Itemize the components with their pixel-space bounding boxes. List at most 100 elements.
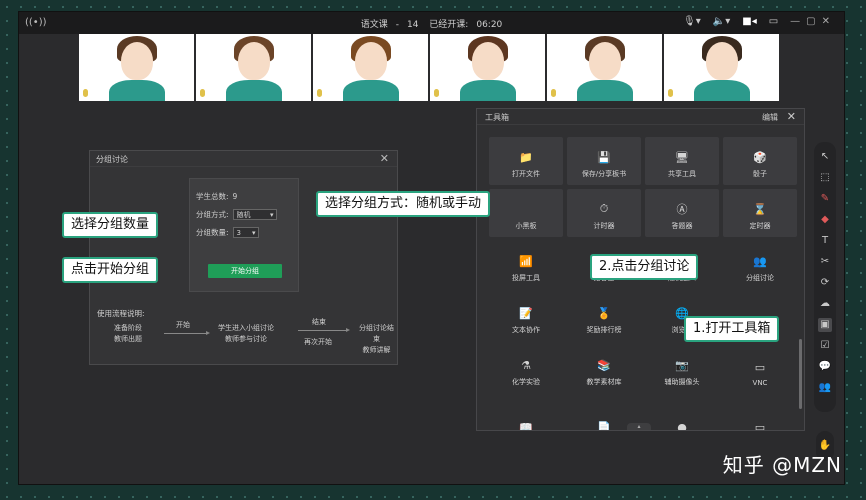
classroom-window: ((•)) 语文课 -14 已经开课: 06:20 🎙▾ 🔈▾ ■◂ ▭ —▢✕ 分… — [18, 11, 845, 485]
flow-step-finish-line2: 教师讲解 — [362, 346, 391, 354]
start-grouping-button[interactable]: 开始分组 — [208, 264, 282, 278]
lesson-number: 14 — [406, 20, 419, 30]
tool-label: 共享工具 — [668, 170, 696, 178]
toolbox-icon[interactable]: ▣ — [818, 318, 832, 332]
tool-item[interactable]: ⌛ 定时器 — [723, 189, 797, 237]
camera-icon[interactable]: ■◂ — [742, 16, 756, 27]
tool-item[interactable]: 📁 打开文件 — [489, 137, 563, 185]
tool-item[interactable]: 💾 保存/分享板书 — [567, 137, 641, 185]
student-video-tile[interactable] — [79, 34, 194, 101]
tool-item[interactable]: Ⓐ 答题器 — [645, 189, 719, 237]
pen-icon[interactable]: ✎ — [818, 192, 832, 206]
flow-arrow-restart-label: 再次开始 — [304, 338, 332, 346]
callout-step1: 1.打开工具箱 — [684, 316, 780, 342]
users-icon[interactable]: 👥 — [818, 381, 832, 395]
method-label: 分组方式: — [196, 209, 229, 219]
tool-item[interactable]: 小黑板 — [489, 189, 563, 237]
tool-item[interactable]: 📶 投屏工具 — [489, 241, 563, 289]
avatar-face — [589, 42, 621, 80]
tool-item[interactable]: ▭ VNC — [723, 345, 797, 393]
flow-step-prepare-line1: 准备阶段 — [114, 324, 142, 332]
tool-label: 辅助摄像头 — [664, 378, 700, 386]
tool-icon — [518, 202, 534, 216]
separator: - — [395, 20, 399, 30]
cloud-icon[interactable]: ☁ — [818, 297, 832, 311]
scissors-icon[interactable]: ✂ — [818, 255, 832, 269]
mic-icon — [317, 89, 322, 97]
tool-item[interactable]: 📚 教学素材库 — [567, 345, 641, 393]
student-video-row — [79, 34, 779, 101]
tool-icon: Ⓐ — [676, 203, 688, 216]
avatar-shirt — [109, 80, 165, 101]
collapse-handle-icon[interactable]: ▴ — [627, 423, 651, 430]
tool-label: 答题器 — [671, 222, 693, 230]
flow-arrow-start — [164, 331, 210, 335]
callout-method: 选择分组方式：随机或手动 — [316, 191, 491, 217]
mic-icon[interactable]: 🎙▾ — [683, 16, 701, 27]
course-name: 语文课 — [360, 20, 388, 30]
chat-icon[interactable]: ▭ — [769, 16, 778, 27]
total-value: 9 — [232, 191, 238, 201]
count-label: 分组数量: — [196, 227, 229, 237]
student-video-tile[interactable] — [313, 34, 428, 101]
tool-item[interactable]: 🖥 共享工具 — [645, 137, 719, 185]
tool-label: 保存/分享板书 — [581, 170, 627, 178]
tool-item[interactable]: ⏱ 计时器 — [567, 189, 641, 237]
tool-icon: ▭ — [754, 420, 766, 431]
tool-label: 奖励排行榜 — [586, 326, 622, 334]
avatar-face — [121, 42, 153, 80]
tool-item[interactable]: 📝 文本协作 — [489, 293, 563, 341]
avatar-shirt — [343, 80, 399, 101]
toolbox-title: 工具箱 — [485, 113, 509, 122]
dialog-title: 分组讨论 — [96, 155, 128, 164]
avatar-shirt — [577, 80, 633, 101]
tool-label: 投屏工具 — [512, 274, 540, 282]
text-icon[interactable]: T — [818, 234, 832, 248]
toolbox-edit-button[interactable]: 编辑 — [762, 112, 778, 123]
eraser-icon[interactable]: ◆ — [818, 213, 832, 227]
tool-item[interactable]: ▭ — [723, 397, 797, 431]
tool-item[interactable]: 🏅 奖励排行榜 — [567, 293, 641, 341]
tool-icon: ▭ — [754, 360, 766, 374]
flow-step-discuss: 学生进入小组讨论 教师参与讨论 — [218, 323, 274, 345]
student-video-tile[interactable] — [196, 34, 311, 101]
chat-icon[interactable]: 💬 — [818, 360, 832, 374]
total-label: 学生总数: — [196, 191, 229, 201]
tool-item[interactable]: 👥 分组讨论 — [723, 241, 797, 289]
watermark: 知乎 @MZN — [722, 453, 842, 477]
window-controls[interactable]: —▢✕ — [790, 16, 836, 27]
drawing-toolbar: ↖ ⬚ ✎ ◆ T ✂ ⟳ ☁ ▣ ☑ 💬 👥 — [814, 142, 836, 412]
tool-icon: 📚 — [597, 358, 611, 372]
tool-item[interactable]: 🎲 骰子 — [723, 137, 797, 185]
count-select[interactable]: 3 — [232, 226, 259, 238]
avatar-shirt — [460, 80, 516, 101]
student-video-tile[interactable] — [547, 34, 662, 101]
select-icon[interactable]: ⬚ — [818, 171, 832, 185]
close-icon[interactable]: ✕ — [380, 152, 389, 165]
pointer-icon[interactable]: ↖ — [818, 150, 832, 164]
method-select[interactable]: 随机 — [232, 208, 277, 220]
count-row: 分组数量: 3 — [196, 223, 292, 241]
checklist-icon[interactable]: ☑ — [818, 339, 832, 353]
student-video-tile[interactable] — [430, 34, 545, 101]
tool-label: 教学素材库 — [586, 378, 622, 386]
elapsed-time: 06:20 — [476, 20, 503, 30]
group-settings-panel: 学生总数: 9 分组方式: 随机 分组数量: 3 开始分组 — [189, 178, 299, 292]
tool-item[interactable]: 📷 辅助摄像头 — [645, 345, 719, 393]
tool-icon: ⌛ — [753, 202, 767, 216]
callout-step2: 2.点击分组讨论 — [590, 254, 699, 280]
tool-item[interactable]: ● — [645, 397, 719, 431]
speaker-icon[interactable]: 🔈▾ — [713, 16, 730, 27]
flow-step-finish-line1: 分组讨论结束 — [359, 324, 394, 343]
tool-grid: 📁 打开文件 💾 保存/分享板书 🖥 共享工具 🎲 骰子小黑板 ⏱ 计时器 Ⓐ 答题器 ⌛ 定时器 📶 投屏工… — [489, 137, 797, 431]
close-icon[interactable]: ✕ — [787, 110, 796, 123]
undo-icon[interactable]: ⟳ — [818, 276, 832, 290]
flow-arrow-end-label: 结束 — [312, 318, 326, 326]
flow-step-discuss-line2: 教师参与讨论 — [225, 335, 267, 343]
tool-icon: 📶 — [519, 254, 533, 268]
student-video-tile[interactable] — [664, 34, 779, 101]
tool-item[interactable]: ⚗ 化学实验 — [489, 345, 563, 393]
toolbox-scrollbar[interactable] — [799, 339, 802, 409]
tool-item[interactable]: 📖 — [489, 397, 563, 431]
tool-label: 化学实验 — [512, 378, 540, 386]
